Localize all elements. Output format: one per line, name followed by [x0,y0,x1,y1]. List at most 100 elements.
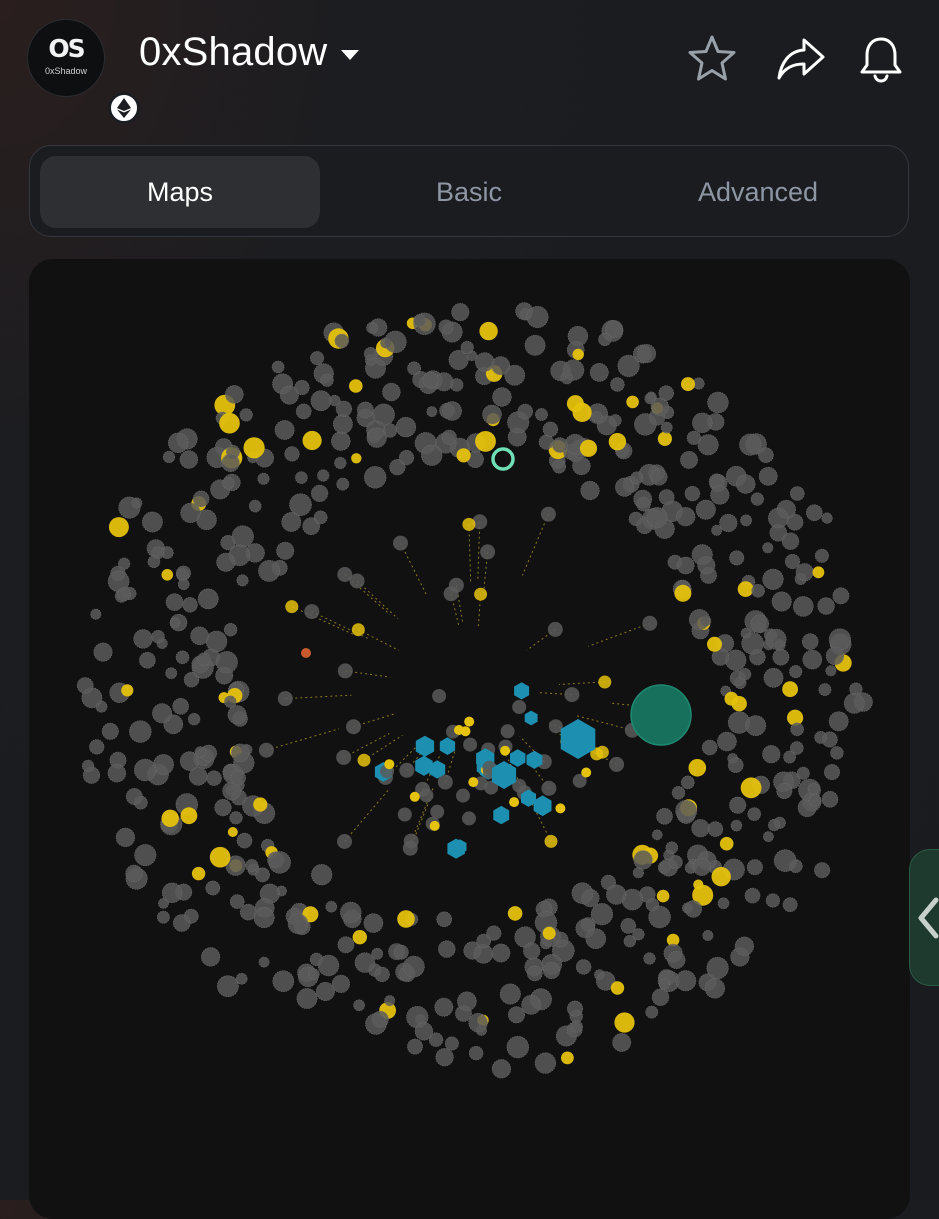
wallet-node[interactable] [194,746,207,758]
wallet-node[interactable] [295,403,312,420]
wallet-node[interactable] [772,648,790,666]
wallet-node[interactable] [617,354,640,377]
wallet-node[interactable] [701,739,718,756]
wallet-node[interactable] [336,477,350,491]
wallet-node[interactable] [353,999,365,1012]
wallet-node[interactable] [271,360,285,374]
wallet-node[interactable] [729,550,745,566]
wallet-node[interactable] [773,849,797,872]
wallet-node[interactable] [216,552,236,572]
wallet-node[interactable] [745,715,767,737]
wallet-node[interactable] [575,959,592,975]
wallet-node[interactable] [331,431,351,451]
wallet-node[interactable] [801,633,819,650]
wallet-node[interactable] [118,496,141,519]
tab-basic[interactable]: Basic [329,156,609,228]
wallet-node[interactable] [287,913,309,935]
wallet-node-highlighted[interactable] [542,926,556,940]
wallet-node[interactable] [205,630,228,653]
wallet-node[interactable] [767,507,789,529]
wallet-node[interactable] [460,340,474,355]
wallet-node[interactable] [706,956,729,980]
wallet-node[interactable] [421,444,443,466]
wallet-node[interactable] [671,786,686,800]
wallet-node[interactable] [162,450,176,464]
wallet-node[interactable] [651,988,670,1006]
wallet-node[interactable] [257,472,270,485]
wallet-node-highlighted[interactable] [509,797,520,808]
wallet-node[interactable] [507,1006,525,1024]
wallet-node[interactable] [758,447,774,463]
wallet-node-highlighted[interactable] [614,1012,635,1033]
wallet-node[interactable] [384,330,407,354]
wallet-node[interactable] [133,758,157,782]
wallet-node[interactable] [426,406,438,417]
wallet-node[interactable] [435,1048,454,1067]
wallet-node[interactable] [541,780,557,796]
wallet-node[interactable] [315,981,335,1001]
wallet-node-highlighted[interactable] [579,439,598,457]
wallet-node[interactable] [395,416,417,438]
wallet-node-highlighted[interactable] [500,745,511,756]
wallet-node[interactable] [253,907,275,929]
wallet-node[interactable] [646,507,668,528]
wallet-node[interactable] [676,556,695,575]
wallet-node[interactable] [93,642,113,662]
wallet-node[interactable] [268,851,291,874]
wallet-node[interactable] [630,471,644,485]
wallet-node[interactable] [606,884,627,905]
wallet-node[interactable] [284,446,300,462]
wallet-node[interactable] [823,764,840,781]
wallet-node[interactable] [317,954,340,977]
wallet-node[interactable] [462,811,476,826]
contract-node[interactable] [439,737,456,755]
wallet-node[interactable] [399,762,415,778]
wallet-node[interactable] [142,511,163,533]
wallet-node-highlighted[interactable] [610,981,625,995]
wallet-node[interactable] [295,471,308,484]
wallet-node[interactable] [762,542,774,554]
wallet-node-highlighted[interactable] [180,807,198,825]
wallet-node[interactable] [147,555,161,569]
wallet-node[interactable] [643,952,656,965]
wallet-node[interactable] [365,1013,387,1035]
wallet-node[interactable] [364,466,387,489]
wallet-node[interactable] [808,793,822,807]
wallet-node-highlighted[interactable] [121,684,134,697]
wallet-node[interactable] [542,421,559,438]
wallet-node[interactable] [101,722,119,740]
wallet-node[interactable] [340,901,362,924]
wallet-node-highlighted[interactable] [688,759,707,777]
wallet-node[interactable] [789,486,805,501]
wallet-node[interactable] [830,746,844,760]
wallet-node[interactable] [115,827,135,848]
wallet-node-highlighted[interactable] [384,759,395,770]
wallet-node[interactable] [397,807,412,822]
wallet-node[interactable] [805,504,823,521]
wallet-node[interactable] [236,832,253,849]
wallet-node[interactable] [572,456,591,476]
wallet-node-highlighted[interactable] [349,379,363,393]
wallet-node[interactable] [717,897,730,910]
wallet-node[interactable] [245,858,259,872]
wallet-node[interactable] [517,403,534,420]
wallet-node[interactable] [374,966,390,983]
wallet-node[interactable] [456,788,470,803]
wallet-node[interactable] [697,556,716,575]
wallet-node[interactable] [151,630,165,644]
wallet-node-highlighted[interactable] [253,797,268,812]
wallet-node[interactable] [580,480,600,501]
wallet-node[interactable] [117,587,132,602]
wallet-node-highlighted[interactable] [351,453,362,464]
wallet-node[interactable] [782,897,798,913]
wallet-node[interactable] [492,387,512,407]
tab-maps[interactable]: Maps [40,156,320,228]
wallet-node[interactable] [758,466,778,486]
wallet-node[interactable] [741,632,764,655]
wallet-node[interactable] [571,882,594,905]
wallet-node[interactable] [236,574,249,587]
wallet-node[interactable] [751,583,765,598]
wallet-node[interactable] [651,829,663,841]
wallet-title-dropdown[interactable]: 0xShadow [139,30,360,75]
wallet-node[interactable] [807,782,820,795]
